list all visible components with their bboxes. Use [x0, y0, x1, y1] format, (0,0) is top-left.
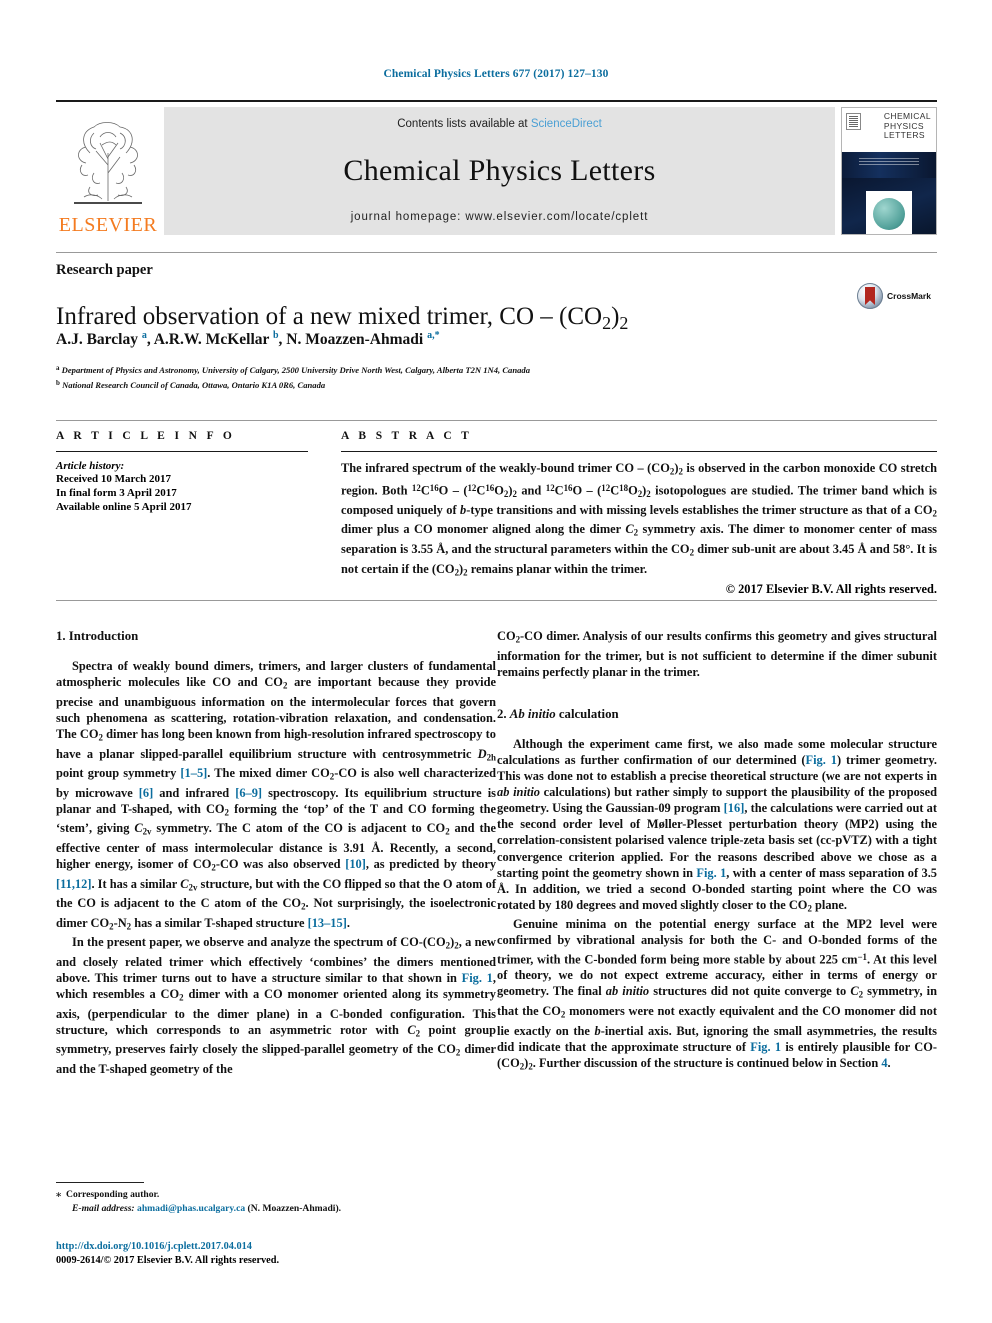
history-item: Available online 5 April 2017	[56, 501, 192, 513]
article-info-heading: A R T I C L E I N F O	[56, 430, 236, 442]
elsevier-wordmark: ELSEVIER	[58, 214, 158, 236]
masthead-center: Contents lists available at ScienceDirec…	[164, 107, 835, 235]
contents-prefix: Contents lists available at	[397, 118, 531, 130]
abstract-rule	[341, 451, 937, 452]
abinitio-paragraph-1: Although the experiment came first, we a…	[497, 736, 938, 914]
article-type-label: Research paper	[56, 262, 153, 278]
cover-artwork-inset	[866, 191, 912, 234]
history-item: Received 10 March 2017	[56, 473, 171, 485]
section-heading-ab-initio: 2. Ab initio calculation	[497, 706, 619, 721]
affiliations: a Department of Physics and Astronomy, U…	[56, 362, 936, 391]
cover-title: CHEMICAL PHYSICS LETTERS	[883, 111, 931, 140]
author-list: A.J. Barclay a, A.R.W. McKellar b, N. Mo…	[56, 330, 440, 349]
column-right: CO2-CO dimer. Analysis of our results co…	[497, 628, 937, 1074]
email-note[interactable]: E-mail address: ahmadi@phas.ucalgary.ca …	[56, 1202, 496, 1216]
section-heading-introduction: 1. Introduction	[56, 629, 139, 643]
doi-link[interactable]: http://dx.doi.org/10.1016/j.cplett.2017.…	[56, 1240, 496, 1254]
body-top-rule	[56, 600, 937, 601]
issn-copyright: 0009-2614/© 2017 Elsevier B.V. All right…	[56, 1254, 280, 1266]
paper-page: Chemical Physics Letters 677 (2017) 127–…	[0, 0, 992, 1323]
affiliation-a: a Department of Physics and Astronomy, U…	[56, 364, 531, 375]
abinitio-paragraph-2: Genuine minima on the potential energy s…	[497, 917, 938, 1072]
crossmark-badge[interactable]: CrossMark	[857, 283, 931, 309]
cover-publisher-mark-icon	[846, 113, 861, 130]
journal-homepage-link[interactable]: journal homepage: www.elsevier.com/locat…	[351, 211, 649, 223]
doi-block: http://dx.doi.org/10.1016/j.cplett.2017.…	[56, 1240, 496, 1267]
running-head: Chemical Physics Letters 677 (2017) 127–…	[383, 68, 609, 80]
abstract-block: A B S T R A C T The infrared spectrum of…	[341, 430, 937, 597]
intro-paragraph-1: Spectra of weakly bound dimers, trimers,…	[56, 659, 497, 932]
article-info-block: A R T I C L E I N F O Article history: R…	[56, 430, 308, 514]
footnote-rule	[56, 1182, 144, 1183]
masthead-top-rule	[56, 100, 937, 102]
abstract-heading: A B S T R A C T	[341, 430, 473, 442]
cover-molecule-icon	[873, 198, 905, 230]
corresponding-author-note: ⁎ Corresponding author.	[56, 1189, 160, 1200]
cover-artwork	[842, 178, 936, 234]
info-abstract-rule	[56, 420, 937, 421]
journal-cover-thumbnail: CHEMICAL PHYSICS LETTERS	[841, 107, 937, 235]
article-info-rule	[56, 451, 308, 452]
contents-line: Contents lists available at ScienceDirec…	[397, 118, 602, 130]
abstract-copyright: © 2017 Elsevier B.V. All rights reserved…	[725, 582, 937, 597]
cover-banner	[842, 152, 936, 178]
column-left: 1. Introduction Spectra of weakly bound …	[56, 628, 496, 1077]
sciencedirect-link[interactable]: ScienceDirect	[531, 118, 602, 130]
affiliation-b: b National Research Council of Canada, O…	[56, 378, 326, 390]
footnote-block: ⁎ Corresponding author. E-mail address: …	[56, 1188, 496, 1215]
article-history-label: Article history:	[56, 460, 125, 472]
elsevier-logo: ELSEVIER	[56, 107, 160, 235]
history-item: In final form 3 April 2017	[56, 487, 177, 499]
cover-header: CHEMICAL PHYSICS LETTERS	[842, 108, 936, 152]
intro-continued-paragraph: CO2-CO dimer. Analysis of our results co…	[497, 629, 937, 679]
journal-masthead: ELSEVIER Contents lists available at Sci…	[56, 100, 937, 235]
crossmark-icon	[857, 283, 883, 309]
elsevier-tree-icon	[74, 122, 142, 204]
journal-title: Chemical Physics Letters	[343, 153, 656, 187]
abstract-text: The infrared spectrum of the weakly-boun…	[341, 461, 938, 578]
crossmark-label: CrossMark	[887, 291, 931, 301]
article-history-list: Received 10 March 2017 In final form 3 A…	[56, 472, 308, 514]
article-head-rule	[56, 252, 937, 253]
intro-paragraph-2: In the present paper, we observe and ana…	[56, 935, 496, 1076]
